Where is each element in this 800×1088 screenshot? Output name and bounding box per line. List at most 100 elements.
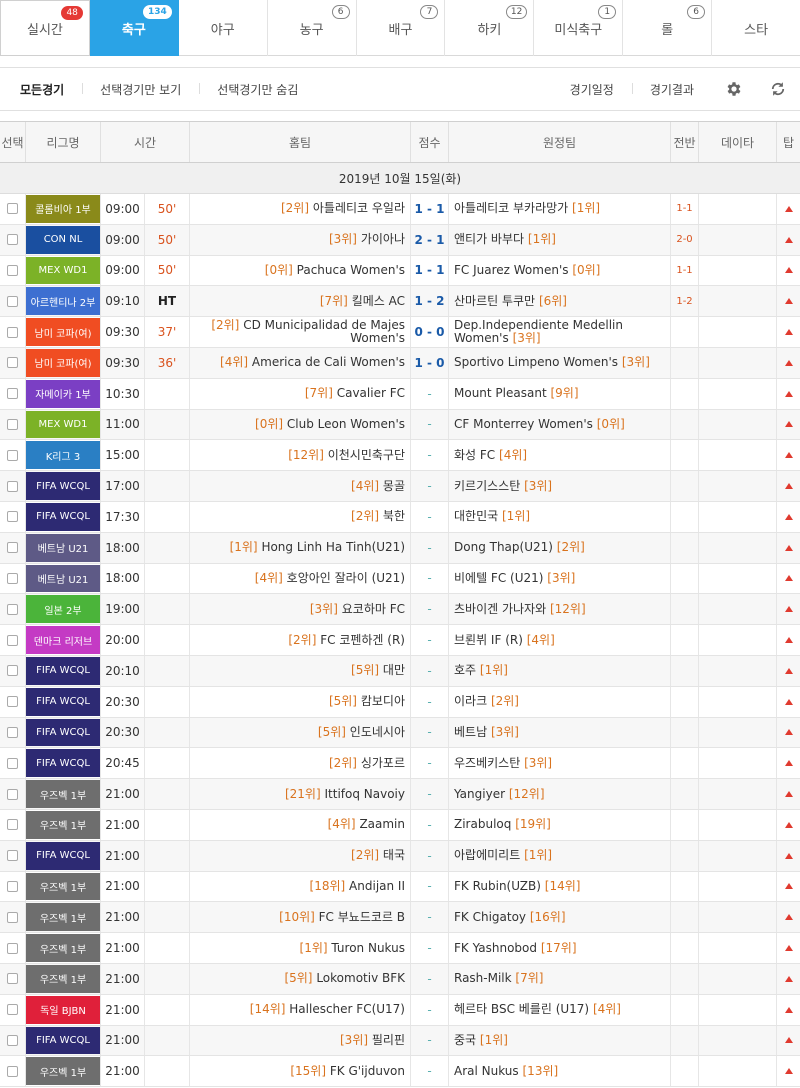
tip-cell[interactable] — [777, 810, 800, 840]
home-team-cell[interactable]: [4위] 몽골 — [190, 471, 411, 501]
tip-cell[interactable] — [777, 656, 800, 686]
data-cell[interactable] — [699, 1025, 777, 1056]
sport-tab[interactable]: 롤6 — [623, 0, 713, 56]
home-team-cell[interactable]: [4위] 호앙아인 잘라이 (U21) — [190, 563, 411, 594]
home-team-cell[interactable]: [7위] Cavalier FC — [190, 378, 411, 409]
select-checkbox[interactable] — [7, 603, 18, 615]
league-badge[interactable]: 우즈벡 1부 — [26, 903, 100, 932]
select-checkbox[interactable] — [7, 234, 18, 246]
away-team-cell[interactable]: CF Monterrey Women's [0위] — [449, 409, 671, 440]
data-cell[interactable] — [699, 409, 777, 440]
league-badge[interactable]: 베트남 U21 — [26, 533, 100, 562]
data-cell[interactable] — [699, 594, 777, 625]
tip-cell[interactable] — [777, 225, 800, 255]
league-badge[interactable]: 우즈벡 1부 — [26, 1057, 100, 1086]
league-badge[interactable]: 우즈벡 1부 — [26, 780, 100, 808]
league-badge[interactable]: 우즈벡 1부 — [26, 964, 100, 993]
data-cell[interactable] — [699, 809, 777, 840]
home-team-cell[interactable]: [2위] FC 코펜하겐 (R) — [190, 625, 411, 655]
select-checkbox[interactable] — [7, 880, 18, 892]
select-checkbox[interactable] — [7, 696, 18, 708]
tip-cell[interactable] — [777, 841, 800, 871]
data-cell[interactable] — [699, 717, 777, 748]
away-team-cell[interactable]: 대한민국 [1위] — [449, 501, 671, 532]
home-team-cell[interactable]: [10위] FC 부뇨드코르 B — [190, 902, 411, 933]
home-team-cell[interactable]: [5위] 대만 — [190, 655, 411, 686]
league-badge[interactable]: K리그 3 — [26, 441, 100, 470]
select-checkbox[interactable] — [7, 264, 18, 276]
tip-cell[interactable] — [777, 502, 800, 532]
away-team-cell[interactable]: Mount Pleasant [9위] — [449, 378, 671, 409]
away-team-cell[interactable]: 산마르틴 투쿠만 [6위] — [449, 286, 671, 317]
select-checkbox[interactable] — [7, 295, 18, 307]
data-cell[interactable] — [699, 532, 777, 563]
sport-tab[interactable]: 축구 134 — [89, 0, 179, 56]
sport-tab[interactable]: 미식축구 1 — [534, 0, 624, 56]
select-checkbox[interactable] — [7, 480, 18, 492]
sport-tab[interactable]: 농구 6 — [268, 0, 357, 56]
data-cell[interactable] — [699, 378, 777, 409]
tip-cell[interactable] — [777, 317, 800, 347]
league-badge[interactable]: 우즈벡 1부 — [26, 810, 100, 839]
data-cell[interactable] — [699, 625, 777, 655]
filter-show-selected[interactable]: 선택경기만 보기 — [82, 81, 199, 98]
schedule-link[interactable]: 경기일정 — [552, 81, 632, 98]
away-team-cell[interactable]: Aral Nukus [13위] — [449, 1056, 671, 1087]
settings-button[interactable] — [712, 67, 756, 111]
select-checkbox[interactable] — [7, 788, 18, 800]
data-cell[interactable] — [699, 871, 777, 902]
data-cell[interactable] — [699, 347, 777, 378]
data-cell[interactable] — [699, 194, 777, 224]
league-badge[interactable]: FIFA WCQL — [26, 656, 100, 685]
away-team-cell[interactable]: 화성 FC [4위] — [449, 440, 671, 471]
data-cell[interactable] — [699, 779, 777, 809]
select-checkbox[interactable] — [7, 665, 18, 677]
tip-cell[interactable] — [777, 379, 800, 409]
data-cell[interactable] — [699, 902, 777, 933]
away-team-cell[interactable]: 키르기스스탄 [3위] — [449, 471, 671, 501]
sport-tab[interactable]: 야구 — [179, 0, 268, 56]
select-checkbox[interactable] — [7, 973, 18, 985]
away-team-cell[interactable]: 호주 [1위] — [449, 655, 671, 686]
away-team-cell[interactable]: FK Yashnobod [17위] — [449, 933, 671, 963]
results-link[interactable]: 경기결과 — [631, 81, 712, 98]
league-badge[interactable]: CON NL — [26, 225, 100, 254]
data-cell[interactable] — [699, 563, 777, 594]
select-checkbox[interactable] — [7, 1034, 18, 1046]
tip-cell[interactable] — [777, 594, 800, 624]
league-badge[interactable]: 남미 코파(여) — [26, 318, 100, 346]
home-team-cell[interactable]: [4위] America de Cali Women's — [190, 347, 411, 378]
select-checkbox[interactable] — [7, 850, 18, 862]
home-team-cell[interactable]: [2위] 태국 — [190, 840, 411, 871]
select-checkbox[interactable] — [7, 542, 18, 554]
home-team-cell[interactable]: [12위] 이천시민축구단 — [190, 440, 411, 471]
away-team-cell[interactable]: 츠바이겐 가나자와 [12위] — [449, 594, 671, 625]
tip-cell[interactable] — [777, 1056, 800, 1086]
league-badge[interactable]: 독일 BJBN — [26, 995, 100, 1024]
league-badge[interactable]: FIFA WCQL — [26, 718, 100, 747]
home-team-cell[interactable]: [21위] Ittifoq Navoiy — [190, 779, 411, 809]
home-team-cell[interactable]: [4위] Zaamin — [190, 809, 411, 840]
home-team-cell[interactable]: [3위] 요코하마 FC — [190, 594, 411, 625]
home-team-cell[interactable]: [0위] Club Leon Women's — [190, 409, 411, 440]
select-checkbox[interactable] — [7, 1065, 18, 1077]
tip-cell[interactable] — [777, 872, 800, 902]
away-team-cell[interactable]: 베트남 [3위] — [449, 717, 671, 748]
data-cell[interactable] — [699, 963, 777, 994]
select-checkbox[interactable] — [7, 388, 18, 400]
data-cell[interactable] — [699, 440, 777, 471]
tip-cell[interactable] — [777, 995, 800, 1025]
home-team-cell[interactable]: [1위] Hong Linh Ha Tinh(U21) — [190, 532, 411, 563]
away-team-cell[interactable]: FK Chigatoy [16위] — [449, 902, 671, 933]
away-team-cell[interactable]: Rash-Milk [7위] — [449, 963, 671, 994]
league-badge[interactable]: 아르헨티나 2부 — [26, 287, 100, 316]
tip-cell[interactable] — [777, 256, 800, 286]
tip-cell[interactable] — [777, 471, 800, 501]
sport-tab[interactable]: 스타 — [712, 0, 800, 56]
filter-all[interactable]: 모든경기 — [0, 81, 82, 98]
select-checkbox[interactable] — [7, 819, 18, 831]
away-team-cell[interactable]: 앤티가 바부다 [1위] — [449, 224, 671, 255]
away-team-cell[interactable]: 비에텔 FC (U21) [3위] — [449, 563, 671, 594]
data-cell[interactable] — [699, 686, 777, 717]
away-team-cell[interactable]: 중국 [1위] — [449, 1025, 671, 1056]
